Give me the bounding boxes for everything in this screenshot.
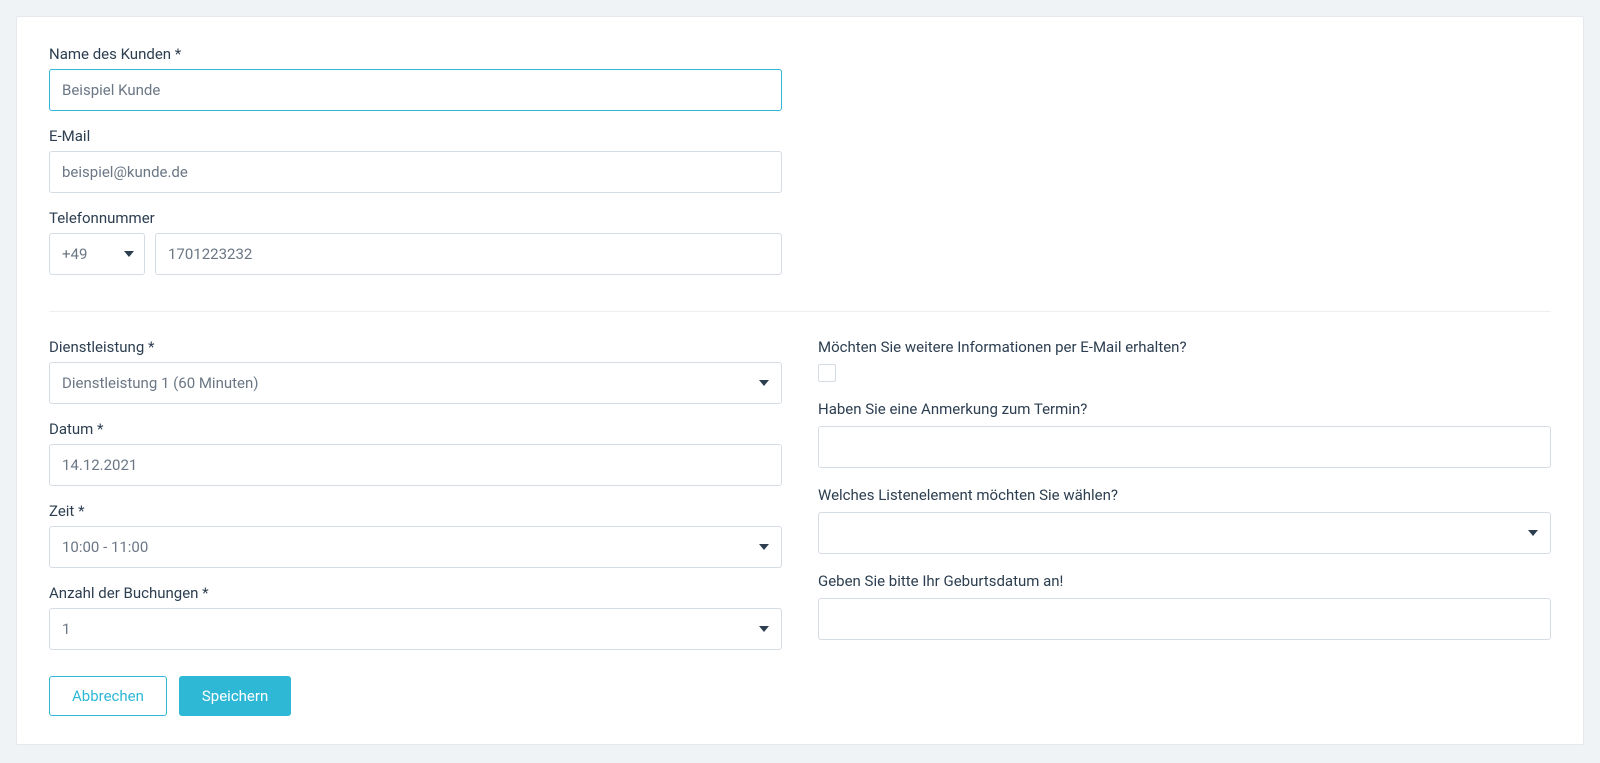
q4-label: Geben Sie bitte Ihr Geburtsdatum an! — [818, 572, 1551, 590]
customer-phone-field: Telefonnummer +49 — [49, 209, 782, 275]
save-button[interactable]: Speichern — [179, 676, 291, 716]
customer-phone-label: Telefonnummer — [49, 209, 782, 227]
top-columns: Name des Kunden * E-Mail Telefonnummer +… — [49, 45, 1551, 291]
q3-select[interactable] — [818, 512, 1551, 554]
q2-field: Haben Sie eine Anmerkung zum Termin? — [818, 400, 1551, 468]
caret-down-icon — [759, 380, 769, 386]
count-field: Anzahl der Buchungen * 1 — [49, 584, 782, 650]
service-label: Dienstleistung * — [49, 338, 782, 356]
time-value: 10:00 - 11:00 — [62, 538, 148, 556]
caret-down-icon — [1528, 530, 1538, 536]
phone-number-input[interactable] — [155, 233, 782, 275]
caret-down-icon — [124, 251, 134, 257]
service-select[interactable]: Dienstleistung 1 (60 Minuten) — [49, 362, 782, 404]
action-buttons: Abbrechen Speichern — [49, 676, 782, 716]
booking-form-panel: Name des Kunden * E-Mail Telefonnummer +… — [16, 16, 1584, 745]
questions-column: Möchten Sie weitere Informationen per E-… — [818, 338, 1551, 716]
service-value: Dienstleistung 1 (60 Minuten) — [62, 374, 259, 392]
count-value: 1 — [62, 620, 70, 638]
customer-name-label: Name des Kunden * — [49, 45, 782, 63]
q1-label: Möchten Sie weitere Informationen per E-… — [818, 338, 1551, 356]
q3-label: Welches Listenelement möchten Sie wählen… — [818, 486, 1551, 504]
time-label: Zeit * — [49, 502, 782, 520]
q2-label: Haben Sie eine Anmerkung zum Termin? — [818, 400, 1551, 418]
q2-input[interactable] — [818, 426, 1551, 468]
q1-checkbox[interactable] — [818, 364, 836, 382]
date-label: Datum * — [49, 420, 782, 438]
caret-down-icon — [759, 626, 769, 632]
count-label: Anzahl der Buchungen * — [49, 584, 782, 602]
customer-column: Name des Kunden * E-Mail Telefonnummer +… — [49, 45, 782, 291]
top-right-spacer — [818, 45, 1551, 291]
customer-name-field: Name des Kunden * — [49, 45, 782, 111]
phone-prefix-value: +49 — [62, 245, 87, 263]
caret-down-icon — [759, 544, 769, 550]
time-field: Zeit * 10:00 - 11:00 — [49, 502, 782, 568]
date-field: Datum * — [49, 420, 782, 486]
q1-field: Möchten Sie weitere Informationen per E-… — [818, 338, 1551, 382]
phone-prefix-select[interactable]: +49 — [49, 233, 145, 275]
count-select[interactable]: 1 — [49, 608, 782, 650]
bottom-columns: Dienstleistung * Dienstleistung 1 (60 Mi… — [49, 338, 1551, 716]
q3-field: Welches Listenelement möchten Sie wählen… — [818, 486, 1551, 554]
service-field: Dienstleistung * Dienstleistung 1 (60 Mi… — [49, 338, 782, 404]
q4-field: Geben Sie bitte Ihr Geburtsdatum an! — [818, 572, 1551, 640]
customer-email-field: E-Mail — [49, 127, 782, 193]
customer-email-input[interactable] — [49, 151, 782, 193]
section-divider — [49, 311, 1551, 312]
q4-input[interactable] — [818, 598, 1551, 640]
date-input[interactable] — [49, 444, 782, 486]
cancel-button[interactable]: Abbrechen — [49, 676, 167, 716]
booking-column: Dienstleistung * Dienstleistung 1 (60 Mi… — [49, 338, 782, 716]
time-select[interactable]: 10:00 - 11:00 — [49, 526, 782, 568]
customer-name-input[interactable] — [49, 69, 782, 111]
phone-row: +49 — [49, 233, 782, 275]
customer-email-label: E-Mail — [49, 127, 782, 145]
